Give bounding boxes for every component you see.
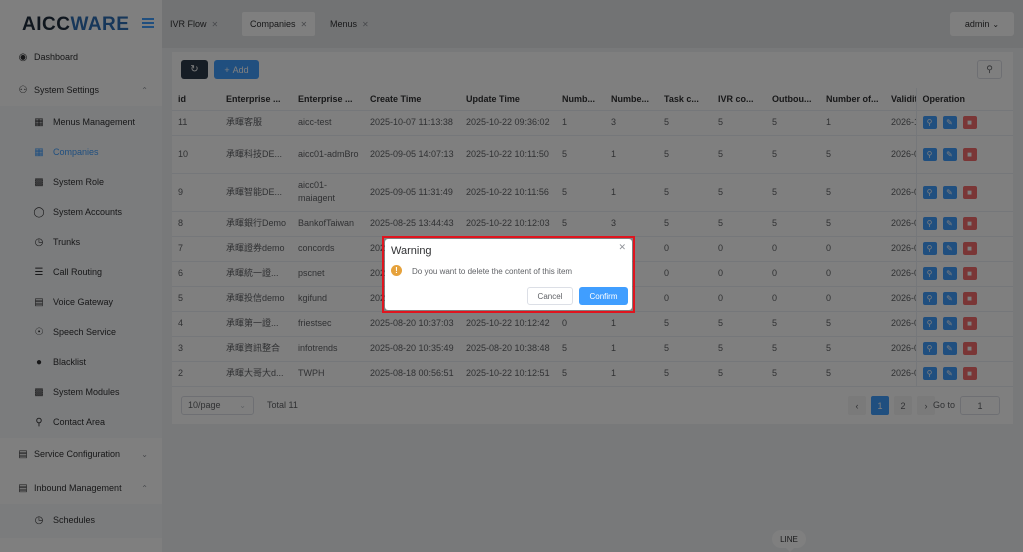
confirm-label: Confirm [589,291,618,301]
dialog-title: Warning [391,245,432,257]
cancel-button[interactable]: Cancel [527,287,573,305]
dialog-message: Do you want to delete the content of thi… [412,267,573,276]
cancel-label: Cancel [537,291,563,301]
warning-icon: ! [391,265,402,276]
warning-dialog: Warning ✕ ! Do you want to delete the co… [385,239,632,310]
close-icon[interactable]: ✕ [618,242,626,253]
confirm-button[interactable]: Confirm [579,287,628,305]
